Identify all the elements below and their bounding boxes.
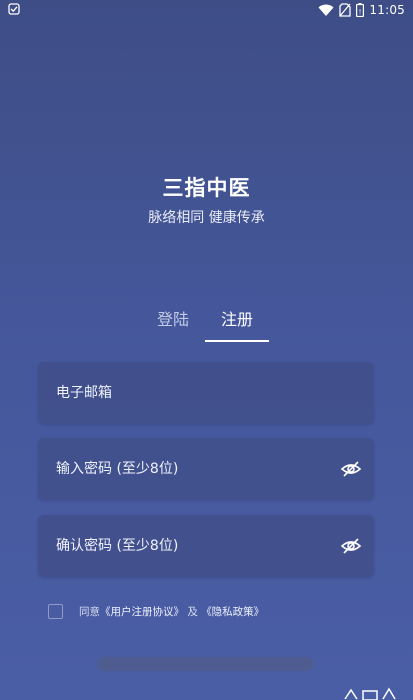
privacy-policy-link[interactable]: 《隐私政策》: [201, 606, 264, 618]
user-agreement-link[interactable]: 《用户注册协议》: [100, 606, 184, 618]
tab-login[interactable]: 登陆: [138, 306, 208, 334]
watermark-logo-icon: [344, 687, 396, 700]
app-subtitle: 脉络相同 健康传承: [148, 210, 265, 226]
status-bar: ! 11:05: [0, 0, 413, 20]
wifi-icon: [318, 4, 334, 16]
tab-register[interactable]: 注册: [202, 306, 272, 334]
agreement-row: 同意《用户注册协议》 及 《隐私政策》: [48, 601, 264, 621]
status-time: 11:05: [369, 3, 405, 17]
agreement-prefix: 同意: [79, 605, 100, 618]
agreement-text: 同意《用户注册协议》 及 《隐私政策》: [79, 604, 264, 619]
eye-off-icon[interactable]: [340, 459, 362, 479]
password-field-container: [38, 438, 374, 500]
email-field-container: [38, 362, 374, 424]
app-title: 三指中医: [162, 176, 251, 200]
no-sim-icon: [339, 3, 352, 17]
agreement-checkbox[interactable]: [48, 603, 63, 619]
email-input[interactable]: [56, 362, 326, 424]
confirm-password-input[interactable]: [56, 515, 326, 577]
battery-icon: !: [356, 3, 365, 17]
auth-tabs: 登陆 注册: [0, 306, 413, 342]
app-notification-icon: [8, 3, 20, 15]
password-input[interactable]: [56, 438, 326, 500]
status-right-group: ! 11:05: [318, 2, 405, 18]
svg-text:!: !: [359, 8, 362, 16]
register-submit-button[interactable]: [97, 657, 313, 671]
eye-off-icon[interactable]: [340, 536, 362, 556]
agreement-conjunction: 及: [187, 605, 198, 618]
active-tab-indicator: [205, 340, 269, 342]
confirm-password-field-container: [38, 515, 374, 577]
